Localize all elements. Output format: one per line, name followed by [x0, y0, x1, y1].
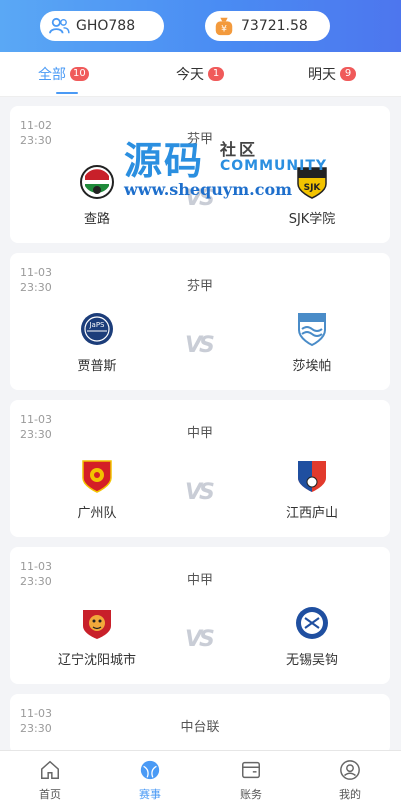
- match-card[interactable]: 11-03 23:30 中甲 辽宁沈阳城市 VS 无锡吴钩: [10, 547, 390, 684]
- nav-accounts[interactable]: 账务: [211, 751, 291, 803]
- match-card[interactable]: 11-02 23:30 芬甲 查路 VS SJK SJK学院: [10, 106, 390, 243]
- tab-label: 全部: [38, 67, 66, 83]
- home-team: 辽宁沈阳城市: [47, 605, 147, 668]
- nav-label: 首页: [39, 788, 61, 801]
- team-logo-icon: [80, 165, 114, 199]
- away-team-name: 江西庐山: [285, 506, 338, 521]
- league-name: 中甲: [186, 426, 213, 441]
- username: GHO788: [76, 18, 136, 34]
- nav-home[interactable]: 首页: [10, 751, 90, 803]
- home-team-name: 辽宁沈阳城市: [57, 653, 136, 668]
- tab-tomorrow[interactable]: 明天 9: [308, 52, 356, 96]
- nav-label: 账务: [240, 788, 262, 801]
- league-name: 芬甲: [186, 279, 213, 294]
- vs-label: VS: [185, 480, 215, 505]
- nav-label: 赛事: [139, 788, 161, 801]
- away-team: 无锡吴钩: [262, 605, 362, 668]
- svg-text:SJK: SJK: [304, 183, 322, 193]
- team-logo-icon: [296, 607, 328, 639]
- match-card[interactable]: 11-03 23:30 中甲 广州队 VS 江西庐山: [10, 400, 390, 537]
- away-team-name: 无锡吴钩: [285, 653, 338, 668]
- balance-amount: 73721.58: [241, 18, 308, 34]
- users-icon: [49, 17, 70, 34]
- tab-all[interactable]: 全部 10: [38, 52, 89, 96]
- away-team-name: SJK学院: [288, 212, 336, 227]
- ball-icon: [140, 760, 160, 780]
- wallet-icon: [242, 761, 260, 779]
- vs-label: VS: [185, 627, 215, 652]
- league-name: 芬甲: [186, 132, 213, 147]
- home-team: 查路: [47, 164, 147, 227]
- svg-text:¥: ¥: [221, 24, 227, 35]
- team-logo-icon: [298, 461, 326, 492]
- home-icon: [41, 760, 59, 779]
- balance-pill[interactable]: ¥ 73721.58: [205, 11, 330, 41]
- home-team: JaPS 贾普斯: [47, 311, 147, 374]
- league-name: 中甲: [186, 573, 213, 588]
- team-logo-icon: JaPS: [81, 313, 113, 345]
- money-bag-icon: ¥: [215, 17, 233, 36]
- home-team: 广州队: [47, 458, 147, 521]
- tab-today[interactable]: 今天 1: [176, 52, 224, 96]
- profile-icon: [340, 760, 360, 780]
- vs-label: VS: [185, 186, 215, 211]
- away-team-name: 莎埃帕: [292, 359, 332, 374]
- count-badge: 10: [70, 67, 89, 81]
- home-team-name: 查路: [83, 212, 110, 227]
- league-name: 中台联: [180, 720, 220, 735]
- team-logo-icon: [83, 610, 111, 639]
- svg-text:JaPS: JaPS: [88, 321, 105, 329]
- match-card[interactable]: 11-03 23:30 中台联: [10, 694, 390, 754]
- nav-profile[interactable]: 我的: [310, 751, 390, 803]
- home-team-name: 广州队: [77, 506, 117, 521]
- vs-label: VS: [185, 333, 215, 358]
- bottom-navigation: 首页 赛事 账务 我的: [0, 750, 401, 803]
- team-logo-icon: [298, 313, 326, 347]
- nav-events[interactable]: 赛事: [110, 751, 190, 803]
- away-team: SJK SJK学院: [262, 164, 362, 227]
- nav-label: 我的: [339, 788, 361, 801]
- tab-label: 今天: [176, 67, 204, 83]
- team-logo-icon: [82, 460, 112, 493]
- team-logo-icon: SJK: [297, 167, 327, 199]
- active-tab-indicator: [56, 92, 78, 94]
- match-card[interactable]: 11-03 23:30 芬甲 JaPS 贾普斯 VS 莎埃帕: [10, 253, 390, 390]
- count-badge: 1: [208, 67, 224, 81]
- away-team: 江西庐山: [262, 458, 362, 521]
- filter-tabs: 全部 10 今天 1 明天 9: [0, 52, 401, 97]
- tab-label: 明天: [308, 67, 336, 83]
- home-team-name: 贾普斯: [77, 359, 117, 374]
- count-badge: 9: [340, 67, 356, 81]
- top-header: GHO788 ¥ 73721.58: [0, 0, 401, 52]
- away-team: 莎埃帕: [262, 311, 362, 374]
- user-pill[interactable]: GHO788: [40, 11, 164, 41]
